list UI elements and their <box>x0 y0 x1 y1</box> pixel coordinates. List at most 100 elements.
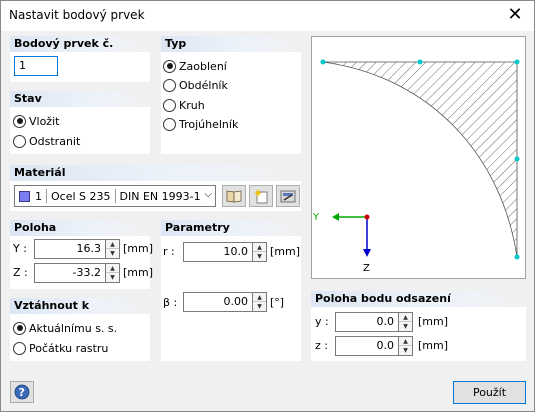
help-button[interactable]: ? <box>10 381 34 403</box>
radio-icon <box>13 134 26 148</box>
param-beta-spinner[interactable]: ▲ ▼ <box>253 292 267 312</box>
position-z-input[interactable]: -33.2 <box>34 263 106 283</box>
material-group: Materiál 1 Ocel S 235 DIN EN 1993-1 ⌵ <box>10 165 301 211</box>
arrow-down-icon[interactable]: ▼ <box>399 346 412 355</box>
radio-icon <box>163 78 176 92</box>
help-icon: ? <box>14 384 30 400</box>
type-radio-rounding[interactable]: Zaoblení <box>163 58 227 74</box>
relative-radio-current[interactable]: Aktuálnímu s. s. <box>13 320 117 336</box>
node-point <box>514 156 520 162</box>
radio-icon <box>13 341 26 355</box>
offset-z-unit: [mm] <box>418 339 449 352</box>
offset-z-spinner[interactable]: ▲ ▼ <box>399 336 413 356</box>
radio-selected-icon <box>13 321 26 335</box>
state-radio-remove[interactable]: Odstranit <box>13 133 80 149</box>
number-input[interactable]: 1 <box>14 56 58 76</box>
dialog-window: Nastavit bodový prvek ✕ Bodový prvek č. … <box>0 0 535 412</box>
param-r-spinner[interactable]: ▲ ▼ <box>253 242 267 262</box>
edit-material-icon <box>280 190 296 203</box>
type-radio-circle[interactable]: Kruh <box>163 97 205 113</box>
state-group: Stav Vložit Odstranit <box>10 91 150 154</box>
radio-selected-icon <box>163 59 176 73</box>
offset-z-label: z : <box>315 339 328 352</box>
arrow-down-icon[interactable]: ▼ <box>106 249 119 258</box>
relative-radio-grid-origin[interactable]: Počátku rastru <box>13 340 108 356</box>
book-icon <box>226 190 242 203</box>
chevron-down-icon: ⌵ <box>204 189 212 200</box>
offset-header: Poloha bodu odsazení <box>311 291 526 307</box>
material-norm: DIN EN 1993-1 <box>119 189 201 203</box>
svg-text:?: ? <box>19 386 25 399</box>
number-header: Bodový prvek č. <box>10 36 150 52</box>
offset-z-input[interactable]: 0.0 <box>335 336 399 356</box>
axis-z-label: Z <box>363 263 370 274</box>
param-beta-label: β : <box>163 296 178 309</box>
new-material-icon <box>254 189 268 204</box>
window-title: Nastavit bodový prvek <box>9 8 145 22</box>
radio-icon <box>163 98 176 112</box>
material-library-button[interactable] <box>222 185 246 207</box>
position-z-label: Z : <box>13 266 28 279</box>
position-y-unit: [mm] <box>123 242 154 255</box>
arrow-up-icon[interactable]: ▲ <box>399 313 412 322</box>
relative-group: Vztáhnout k Aktuálnímu s. s. Počátku ras… <box>10 298 150 361</box>
state-header: Stav <box>10 91 150 107</box>
preview-canvas: Y Z <box>312 59 520 274</box>
param-r-input[interactable]: 10.0 <box>183 242 253 262</box>
offset-y-input[interactable]: 0.0 <box>335 312 399 332</box>
offset-y-label: y : <box>315 315 329 328</box>
param-beta-unit: [°] <box>270 296 285 309</box>
material-header: Materiál <box>10 165 301 181</box>
arrow-down-icon[interactable]: ▼ <box>253 252 266 261</box>
arrow-down-icon[interactable]: ▼ <box>106 273 119 282</box>
param-r-label: r : <box>163 245 175 258</box>
position-group: Poloha Y : 16.3 ▲ ▼ [mm] Z : -33.2 ▲ ▼ [mm… <box>10 220 154 289</box>
arrow-up-icon[interactable]: ▲ <box>106 264 119 273</box>
param-beta-input[interactable]: 0.00 <box>183 292 253 312</box>
close-icon[interactable]: ✕ <box>504 5 526 27</box>
position-z-spinner[interactable]: ▲ ▼ <box>106 263 120 283</box>
position-y-input[interactable]: 16.3 <box>34 239 106 259</box>
z-axis-arrow-icon <box>363 249 371 257</box>
material-index: 1 <box>35 189 42 203</box>
offset-group: Poloha bodu odsazení y : 0.0 ▲ ▼ [mm] z :… <box>311 291 526 361</box>
arrow-down-icon[interactable]: ▼ <box>253 302 266 311</box>
arrow-up-icon[interactable]: ▲ <box>253 293 266 302</box>
arrow-up-icon[interactable]: ▲ <box>399 337 412 346</box>
radio-icon <box>163 117 176 131</box>
position-y-label: Y : <box>13 242 27 255</box>
position-header: Poloha <box>10 220 150 236</box>
arrow-up-icon[interactable]: ▲ <box>106 240 119 249</box>
position-z-unit: [mm] <box>123 266 154 279</box>
radio-selected-icon <box>13 114 26 128</box>
axis-y-label: Y <box>312 212 320 223</box>
node-point <box>514 59 520 65</box>
node-point <box>417 59 423 65</box>
origin-point <box>364 214 370 220</box>
new-material-button[interactable] <box>249 185 273 207</box>
shape-preview: Y Z <box>311 36 526 279</box>
state-radio-insert[interactable]: Vložit <box>13 113 59 129</box>
hatched-fillet-shape <box>322 61 518 258</box>
type-radio-triangle[interactable]: Trojúhelník <box>163 116 238 132</box>
material-name: Ocel S 235 <box>51 189 111 203</box>
arrow-down-icon[interactable]: ▼ <box>399 322 412 331</box>
node-point <box>320 59 326 65</box>
arrow-up-icon[interactable]: ▲ <box>253 243 266 252</box>
type-header: Typ <box>161 36 301 52</box>
material-color-swatch <box>19 190 30 202</box>
offset-y-spinner[interactable]: ▲ ▼ <box>399 312 413 332</box>
relative-header: Vztáhnout k <box>10 298 150 314</box>
position-y-spinner[interactable]: ▲ ▼ <box>106 239 120 259</box>
type-radio-rectangle[interactable]: Obdélník <box>163 77 228 93</box>
y-axis-arrow-icon <box>332 213 339 221</box>
type-group: Typ Zaoblení Obdélník Kruh Trojúhelník <box>161 36 301 154</box>
material-combobox[interactable]: 1 Ocel S 235 DIN EN 1993-1 ⌵ <box>14 185 216 207</box>
apply-button[interactable]: Použít <box>453 381 526 404</box>
offset-y-unit: [mm] <box>418 315 449 328</box>
number-group: Bodový prvek č. 1 <box>10 36 150 82</box>
params-group: Parametry r : 10.0 ▲ ▼ [mm] β : 0.00 ▲ ▼ [… <box>161 220 301 361</box>
edit-material-button[interactable] <box>276 185 300 207</box>
param-r-unit: [mm] <box>270 245 301 258</box>
title-bar: Nastavit bodový prvek ✕ <box>1 1 534 31</box>
